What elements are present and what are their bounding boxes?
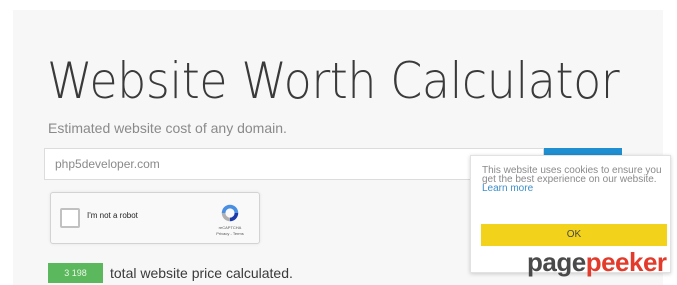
captcha-label: I'm not a robot bbox=[87, 211, 138, 220]
learn-more-link[interactable]: Learn more bbox=[482, 183, 533, 194]
page-title: Website Worth Calculator bbox=[47, 52, 620, 110]
cookie-message-text: This website uses cookies to ensure you … bbox=[482, 165, 662, 185]
domain-input[interactable]: php5developer.com bbox=[44, 148, 544, 180]
page-subtitle: Estimated website cost of any domain. bbox=[48, 120, 287, 136]
recaptcha-icon bbox=[221, 204, 239, 222]
captcha-checkbox[interactable] bbox=[60, 208, 80, 228]
brand-part-peeker: peeker bbox=[585, 247, 667, 277]
count-badge: 3 198 bbox=[48, 263, 103, 283]
recaptcha-brand: reCAPTCHA bbox=[218, 225, 242, 230]
recaptcha-links[interactable]: Privacy - Terms bbox=[209, 231, 251, 236]
pagepeeker-logo: pagepeeker bbox=[527, 247, 667, 277]
cookie-message: This website uses cookies to ensure you … bbox=[482, 165, 662, 194]
count-text: total website price calculated. bbox=[110, 265, 293, 281]
brand-part-page: page bbox=[527, 247, 586, 277]
cookie-ok-button[interactable]: OK bbox=[481, 224, 667, 246]
recaptcha-widget: I'm not a robot reCAPTCHA Privacy - Term… bbox=[50, 192, 260, 244]
